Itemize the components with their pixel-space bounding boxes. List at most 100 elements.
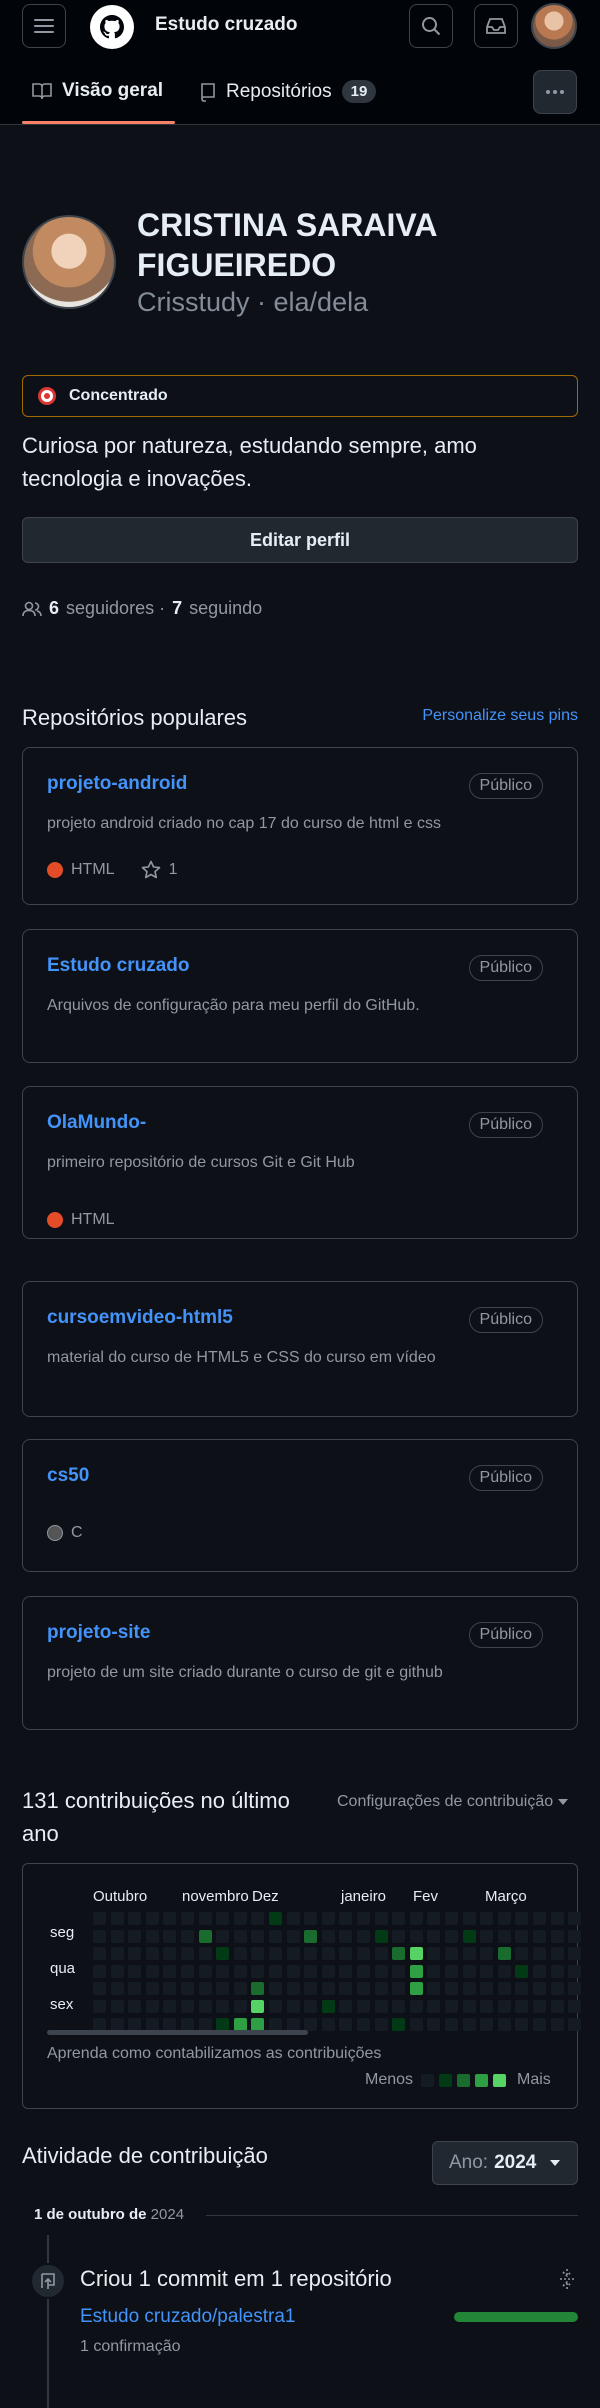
contribution-day-cell[interactable]: [216, 1929, 230, 1943]
contribution-day-cell[interactable]: [304, 2017, 318, 2031]
contribution-day-cell[interactable]: [251, 1929, 265, 1943]
contribution-day-cell[interactable]: [339, 1947, 353, 1961]
contribution-day-cell[interactable]: [128, 2000, 142, 2013]
contribution-day-cell[interactable]: [357, 1964, 370, 1978]
contribution-day-cell[interactable]: [480, 2017, 494, 2031]
learn-contributions-link[interactable]: Aprenda como contabilizamos as contribui…: [47, 2045, 381, 2063]
contribution-day-cell[interactable]: [568, 2000, 582, 2013]
contribution-day-cell[interactable]: [515, 1964, 529, 1978]
contribution-day-cell[interactable]: [304, 1947, 318, 1961]
contribution-day-cell[interactable]: [93, 2000, 106, 2013]
contribution-day-cell[interactable]: [339, 2017, 353, 2031]
contribution-day-cell[interactable]: [110, 2000, 124, 2013]
contribution-day-cell[interactable]: [339, 1929, 353, 1943]
contribution-day-cell[interactable]: [233, 2000, 247, 2013]
contribution-day-cell[interactable]: [392, 1929, 406, 1943]
contribution-day-cell[interactable]: [251, 2000, 265, 2013]
github-logo-icon[interactable]: [90, 5, 134, 49]
contribution-day-cell[interactable]: [550, 2017, 564, 2031]
contribution-day-cell[interactable]: [93, 1964, 106, 1978]
contribution-day-cell[interactable]: [480, 1982, 494, 1996]
contribution-day-cell[interactable]: [251, 2017, 265, 2031]
contribution-day-cell[interactable]: [497, 2017, 511, 2031]
contribution-day-cell[interactable]: [110, 1982, 124, 1996]
contribution-day-cell[interactable]: [304, 1912, 318, 1925]
contribution-day-cell[interactable]: [181, 1929, 194, 1943]
contribution-day-cell[interactable]: [533, 1947, 546, 1961]
contribution-day-cell[interactable]: [427, 1947, 441, 1961]
contribution-day-cell[interactable]: [128, 1947, 142, 1961]
contribution-day-cell[interactable]: [145, 1947, 159, 1961]
calendar-scrollbar[interactable]: [47, 2030, 308, 2035]
fold-icon[interactable]: [558, 2268, 576, 2295]
contribution-day-cell[interactable]: [321, 2000, 335, 2013]
contribution-day-cell[interactable]: [198, 1964, 212, 1978]
contribution-day-cell[interactable]: [269, 1982, 282, 1996]
contribution-day-cell[interactable]: [321, 1929, 335, 1943]
contribution-day-cell[interactable]: [427, 1912, 441, 1925]
contribution-day-cell[interactable]: [409, 1947, 423, 1961]
contribution-day-cell[interactable]: [497, 1964, 511, 1978]
contribution-day-cell[interactable]: [480, 1912, 494, 1925]
contribution-day-cell[interactable]: [181, 2017, 194, 2031]
contribution-day-cell[interactable]: [533, 2017, 546, 2031]
contribution-day-cell[interactable]: [392, 1964, 406, 1978]
contribution-day-cell[interactable]: [286, 1947, 300, 1961]
contribution-day-cell[interactable]: [568, 1982, 582, 1996]
contribution-day-cell[interactable]: [357, 1912, 370, 1925]
contribution-day-cell[interactable]: [515, 1929, 529, 1943]
repo-name-link[interactable]: Estudo cruzado: [47, 955, 190, 977]
contribution-day-cell[interactable]: [568, 1929, 582, 1943]
contribution-day-cell[interactable]: [374, 2017, 388, 2031]
contribution-day-cell[interactable]: [286, 1929, 300, 1943]
contribution-day-cell[interactable]: [392, 1947, 406, 1961]
contribution-day-cell[interactable]: [497, 1929, 511, 1943]
contribution-day-cell[interactable]: [462, 1964, 476, 1978]
contribution-day-cell[interactable]: [216, 1947, 230, 1961]
contribution-day-cell[interactable]: [462, 1912, 476, 1925]
contribution-day-cell[interactable]: [515, 2017, 529, 2031]
contribution-day-cell[interactable]: [497, 2000, 511, 2013]
contribution-day-cell[interactable]: [163, 1964, 177, 1978]
contribution-day-cell[interactable]: [480, 1929, 494, 1943]
edit-profile-button[interactable]: Editar perfil: [22, 517, 578, 563]
contribution-day-cell[interactable]: [533, 2000, 546, 2013]
repo-name-link[interactable]: OlaMundo-: [47, 1112, 146, 1134]
contribution-day-cell[interactable]: [269, 2017, 282, 2031]
contribution-day-cell[interactable]: [339, 1964, 353, 1978]
contribution-day-cell[interactable]: [515, 1947, 529, 1961]
contribution-day-cell[interactable]: [128, 2017, 142, 2031]
contribution-day-cell[interactable]: [357, 1947, 370, 1961]
commit-count[interactable]: 1 confirmação: [80, 2338, 181, 2356]
contribution-day-cell[interactable]: [374, 1912, 388, 1925]
customize-pins-link[interactable]: Personalize seus pins: [422, 707, 578, 725]
contribution-day-cell[interactable]: [392, 2017, 406, 2031]
contribution-day-cell[interactable]: [145, 1912, 159, 1925]
inbox-button[interactable]: [474, 4, 518, 48]
contribution-day-cell[interactable]: [339, 2000, 353, 2013]
contribution-day-cell[interactable]: [480, 1947, 494, 1961]
activity-repo-link[interactable]: Estudo cruzado/palestra1: [80, 2306, 295, 2328]
contribution-day-cell[interactable]: [198, 1982, 212, 1996]
contribution-day-cell[interactable]: [515, 2000, 529, 2013]
contribution-day-cell[interactable]: [480, 2000, 494, 2013]
contribution-day-cell[interactable]: [462, 1947, 476, 1961]
contribution-day-cell[interactable]: [568, 1912, 582, 1925]
contribution-day-cell[interactable]: [251, 1982, 265, 1996]
contribution-day-cell[interactable]: [93, 2017, 106, 2031]
contribution-day-cell[interactable]: [409, 2000, 423, 2013]
contribution-day-cell[interactable]: [269, 1929, 282, 1943]
contribution-day-cell[interactable]: [427, 2017, 441, 2031]
contribution-day-cell[interactable]: [233, 1982, 247, 1996]
contribution-day-cell[interactable]: [216, 1982, 230, 1996]
contribution-day-cell[interactable]: [321, 1947, 335, 1961]
contribution-day-cell[interactable]: [198, 2017, 212, 2031]
contribution-day-cell[interactable]: [533, 1929, 546, 1943]
contribution-day-cell[interactable]: [497, 1947, 511, 1961]
followers-count[interactable]: 6: [49, 598, 59, 619]
contribution-day-cell[interactable]: [533, 1964, 546, 1978]
contribution-day-cell[interactable]: [497, 1912, 511, 1925]
contribution-day-cell[interactable]: [216, 1912, 230, 1925]
following-count[interactable]: 7: [172, 598, 182, 619]
contribution-day-cell[interactable]: [198, 1947, 212, 1961]
